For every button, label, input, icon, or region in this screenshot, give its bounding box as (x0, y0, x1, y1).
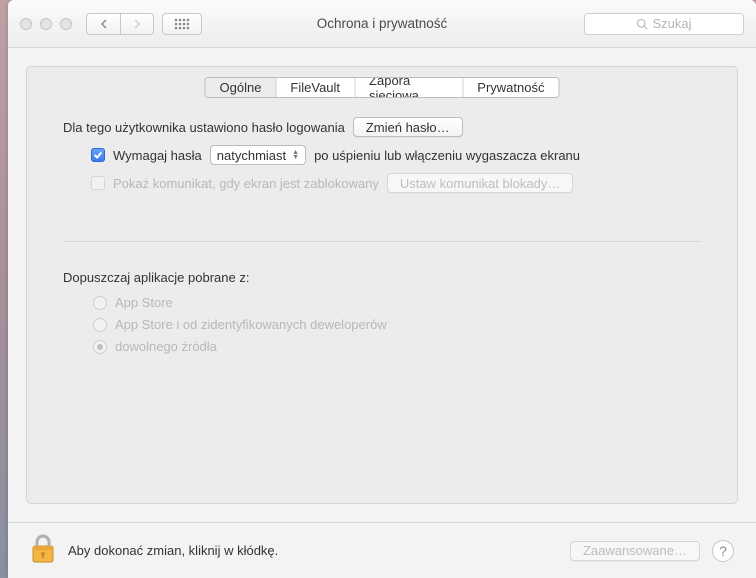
general-pane: Dla tego użytkownika ustawiono hasło log… (27, 109, 737, 503)
require-password-checkbox[interactable] (91, 148, 105, 162)
titlebar: Ochrona i prywatność Szukaj (8, 0, 756, 48)
search-icon (636, 18, 648, 30)
tab-privacy-label: Prywatność (477, 80, 544, 95)
set-lock-message-button: Ustaw komunikat blokady… (387, 173, 573, 193)
prefs-body: Ogólne FileVault Zapora sieciowa Prywatn… (26, 66, 738, 504)
window-controls (20, 18, 72, 30)
change-password-label: Zmień hasło… (366, 120, 450, 135)
advanced-button: Zaawansowane… (570, 541, 700, 561)
lock-text: Aby dokonać zmian, kliknij w kłódkę. (68, 543, 278, 558)
footer: Aby dokonać zmian, kliknij w kłódkę. Zaa… (8, 522, 756, 578)
tab-general[interactable]: Ogólne (206, 78, 277, 97)
search-placeholder: Szukaj (652, 16, 691, 31)
nav-buttons (86, 13, 154, 35)
tab-firewall[interactable]: Zapora sieciowa (355, 78, 463, 97)
radio-anywhere (93, 340, 107, 354)
radio-appstore (93, 296, 107, 310)
allow-apps-section: Dopuszczaj aplikacje pobrane z: App Stor… (63, 270, 701, 354)
show-all-button[interactable] (162, 13, 202, 35)
allow-apps-header: Dopuszczaj aplikacje pobrane z: (63, 270, 701, 285)
close-window[interactable] (20, 18, 32, 30)
minimize-window[interactable] (40, 18, 52, 30)
grid-icon (174, 18, 190, 30)
set-lock-message-label: Ustaw komunikat blokady… (400, 176, 560, 191)
radio-identified (93, 318, 107, 332)
require-delay-value: natychmiast (217, 148, 286, 163)
password-section: Dla tego użytkownika ustawiono hasło log… (63, 117, 701, 242)
help-button[interactable]: ? (712, 540, 734, 562)
stepper-icon: ▲▼ (292, 150, 299, 160)
allow-apps-radiogroup: App Store App Store i od zidentyfikowany… (63, 295, 701, 354)
tab-bar: Ogólne FileVault Zapora sieciowa Prywatn… (205, 77, 560, 98)
radio-anywhere-label: dowolnego źródła (115, 339, 217, 354)
prefs-window: Ochrona i prywatność Szukaj Ogólne FileV… (8, 0, 756, 578)
radio-identified-label: App Store i od zidentyfikowanych dewelop… (115, 317, 387, 332)
require-password-label: Wymagaj hasła (113, 148, 202, 163)
back-button[interactable] (86, 13, 120, 35)
tab-filevault[interactable]: FileVault (276, 78, 355, 97)
radio-appstore-label: App Store (115, 295, 173, 310)
tab-filevault-label: FileVault (290, 80, 340, 95)
forward-button[interactable] (120, 13, 154, 35)
tab-general-label: Ogólne (220, 80, 262, 95)
password-set-label: Dla tego użytkownika ustawiono hasło log… (63, 120, 345, 135)
advanced-label: Zaawansowane… (583, 543, 687, 558)
content-area: Ogólne FileVault Zapora sieciowa Prywatn… (8, 48, 756, 522)
require-password-delay-select[interactable]: natychmiast ▲▼ (210, 145, 306, 165)
search-field[interactable]: Szukaj (584, 13, 744, 35)
change-password-button[interactable]: Zmień hasło… (353, 117, 463, 137)
show-message-label: Pokaż komunikat, gdy ekran jest zablokow… (113, 176, 379, 191)
tab-firewall-label: Zapora sieciowa (369, 77, 448, 98)
lock-icon[interactable] (30, 534, 56, 567)
show-message-checkbox (91, 176, 105, 190)
zoom-window[interactable] (60, 18, 72, 30)
after-sleep-label: po uśpieniu lub włączeniu wygaszacza ekr… (314, 148, 580, 163)
tab-privacy[interactable]: Prywatność (463, 78, 558, 97)
